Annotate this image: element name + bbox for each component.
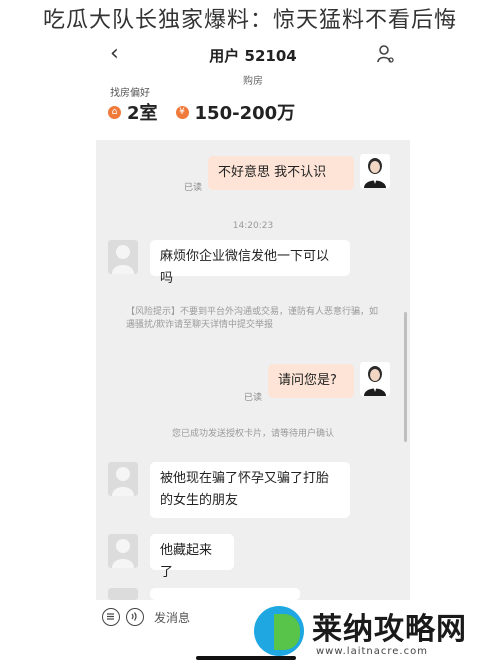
message-input[interactable]: 发消息 [154,609,190,626]
logo-leaf-shape [274,614,300,650]
message-bubble-partial[interactable] [150,588,300,600]
system-notice: 您已成功发送授权卡片，请等待用户确认 [171,429,334,439]
voice-button[interactable] [126,608,144,626]
chat-area[interactable]: 不好意思 我不认识 已读 14:20:23 麻烦你企业微信发他一下可以吗 【风险… [96,140,410,600]
message-bubble-them[interactable]: 被他现在骗了怀孕又骗了打胎的女生的朋友 [150,462,350,518]
chat-scrollbar[interactable] [404,312,407,442]
contact-avatar [108,588,138,600]
preference-price: ¥ 150-200万 [175,99,296,125]
page-headline: 吃瓜大队长独家爆料：惊天猛料不看后悔 [42,8,457,33]
user-icon [377,45,394,63]
chat-header: ‹ 用户 52104 [96,38,410,74]
menu-button[interactable] [102,608,120,626]
default-avatar-icon [112,539,134,568]
watermark-name: 莱纳攻略网 [312,612,467,647]
preference-row: ⌂ 2室 ¥ 150-200万 [108,100,313,124]
message-bubble-me[interactable]: 请问您是? [268,364,354,398]
preference-rooms: ⌂ 2室 [108,99,158,125]
read-status: 已读 [184,183,203,193]
contact-avatar [108,240,138,274]
my-avatar [360,154,390,188]
timestamp: 14:20:23 [232,221,274,231]
voice-icon [131,612,137,621]
default-avatar-icon [112,467,134,496]
contact-avatar [108,534,138,568]
person-icon [364,158,386,188]
risk-warning: 【风险提示】不要到平台外沟通或交易，谨防有人恶意行骗，如遇骚扰/欺诈请至聊天详情… [126,307,379,330]
message-bubble-me[interactable]: 不好意思 我不认识 [208,156,354,190]
watermark-logo [254,606,304,656]
message-bubble-them[interactable]: 麻烦你企业微信发他一下可以吗 [150,240,350,286]
preference-label: 找房偏好 [110,88,150,99]
contact-avatar [108,462,138,496]
message-bubble-them[interactable]: 他藏起来了 [150,534,234,580]
read-status: 已读 [244,393,263,403]
watermark-url: www.laitnacre.com [316,646,428,657]
list-icon [107,613,114,620]
price-icon: ¥ [175,105,189,119]
watermark: 莱纳攻略网 www.laitnacre.com [250,600,500,666]
rooms-value: 2室 [127,103,158,124]
my-avatar [360,362,390,396]
price-value: 150-200万 [194,103,296,124]
user-profile-button[interactable] [376,44,394,64]
chat-title: 用户 52104 [209,47,297,65]
person-icon [364,366,386,396]
house-icon: ⌂ [108,105,121,119]
default-avatar-icon [112,245,134,274]
